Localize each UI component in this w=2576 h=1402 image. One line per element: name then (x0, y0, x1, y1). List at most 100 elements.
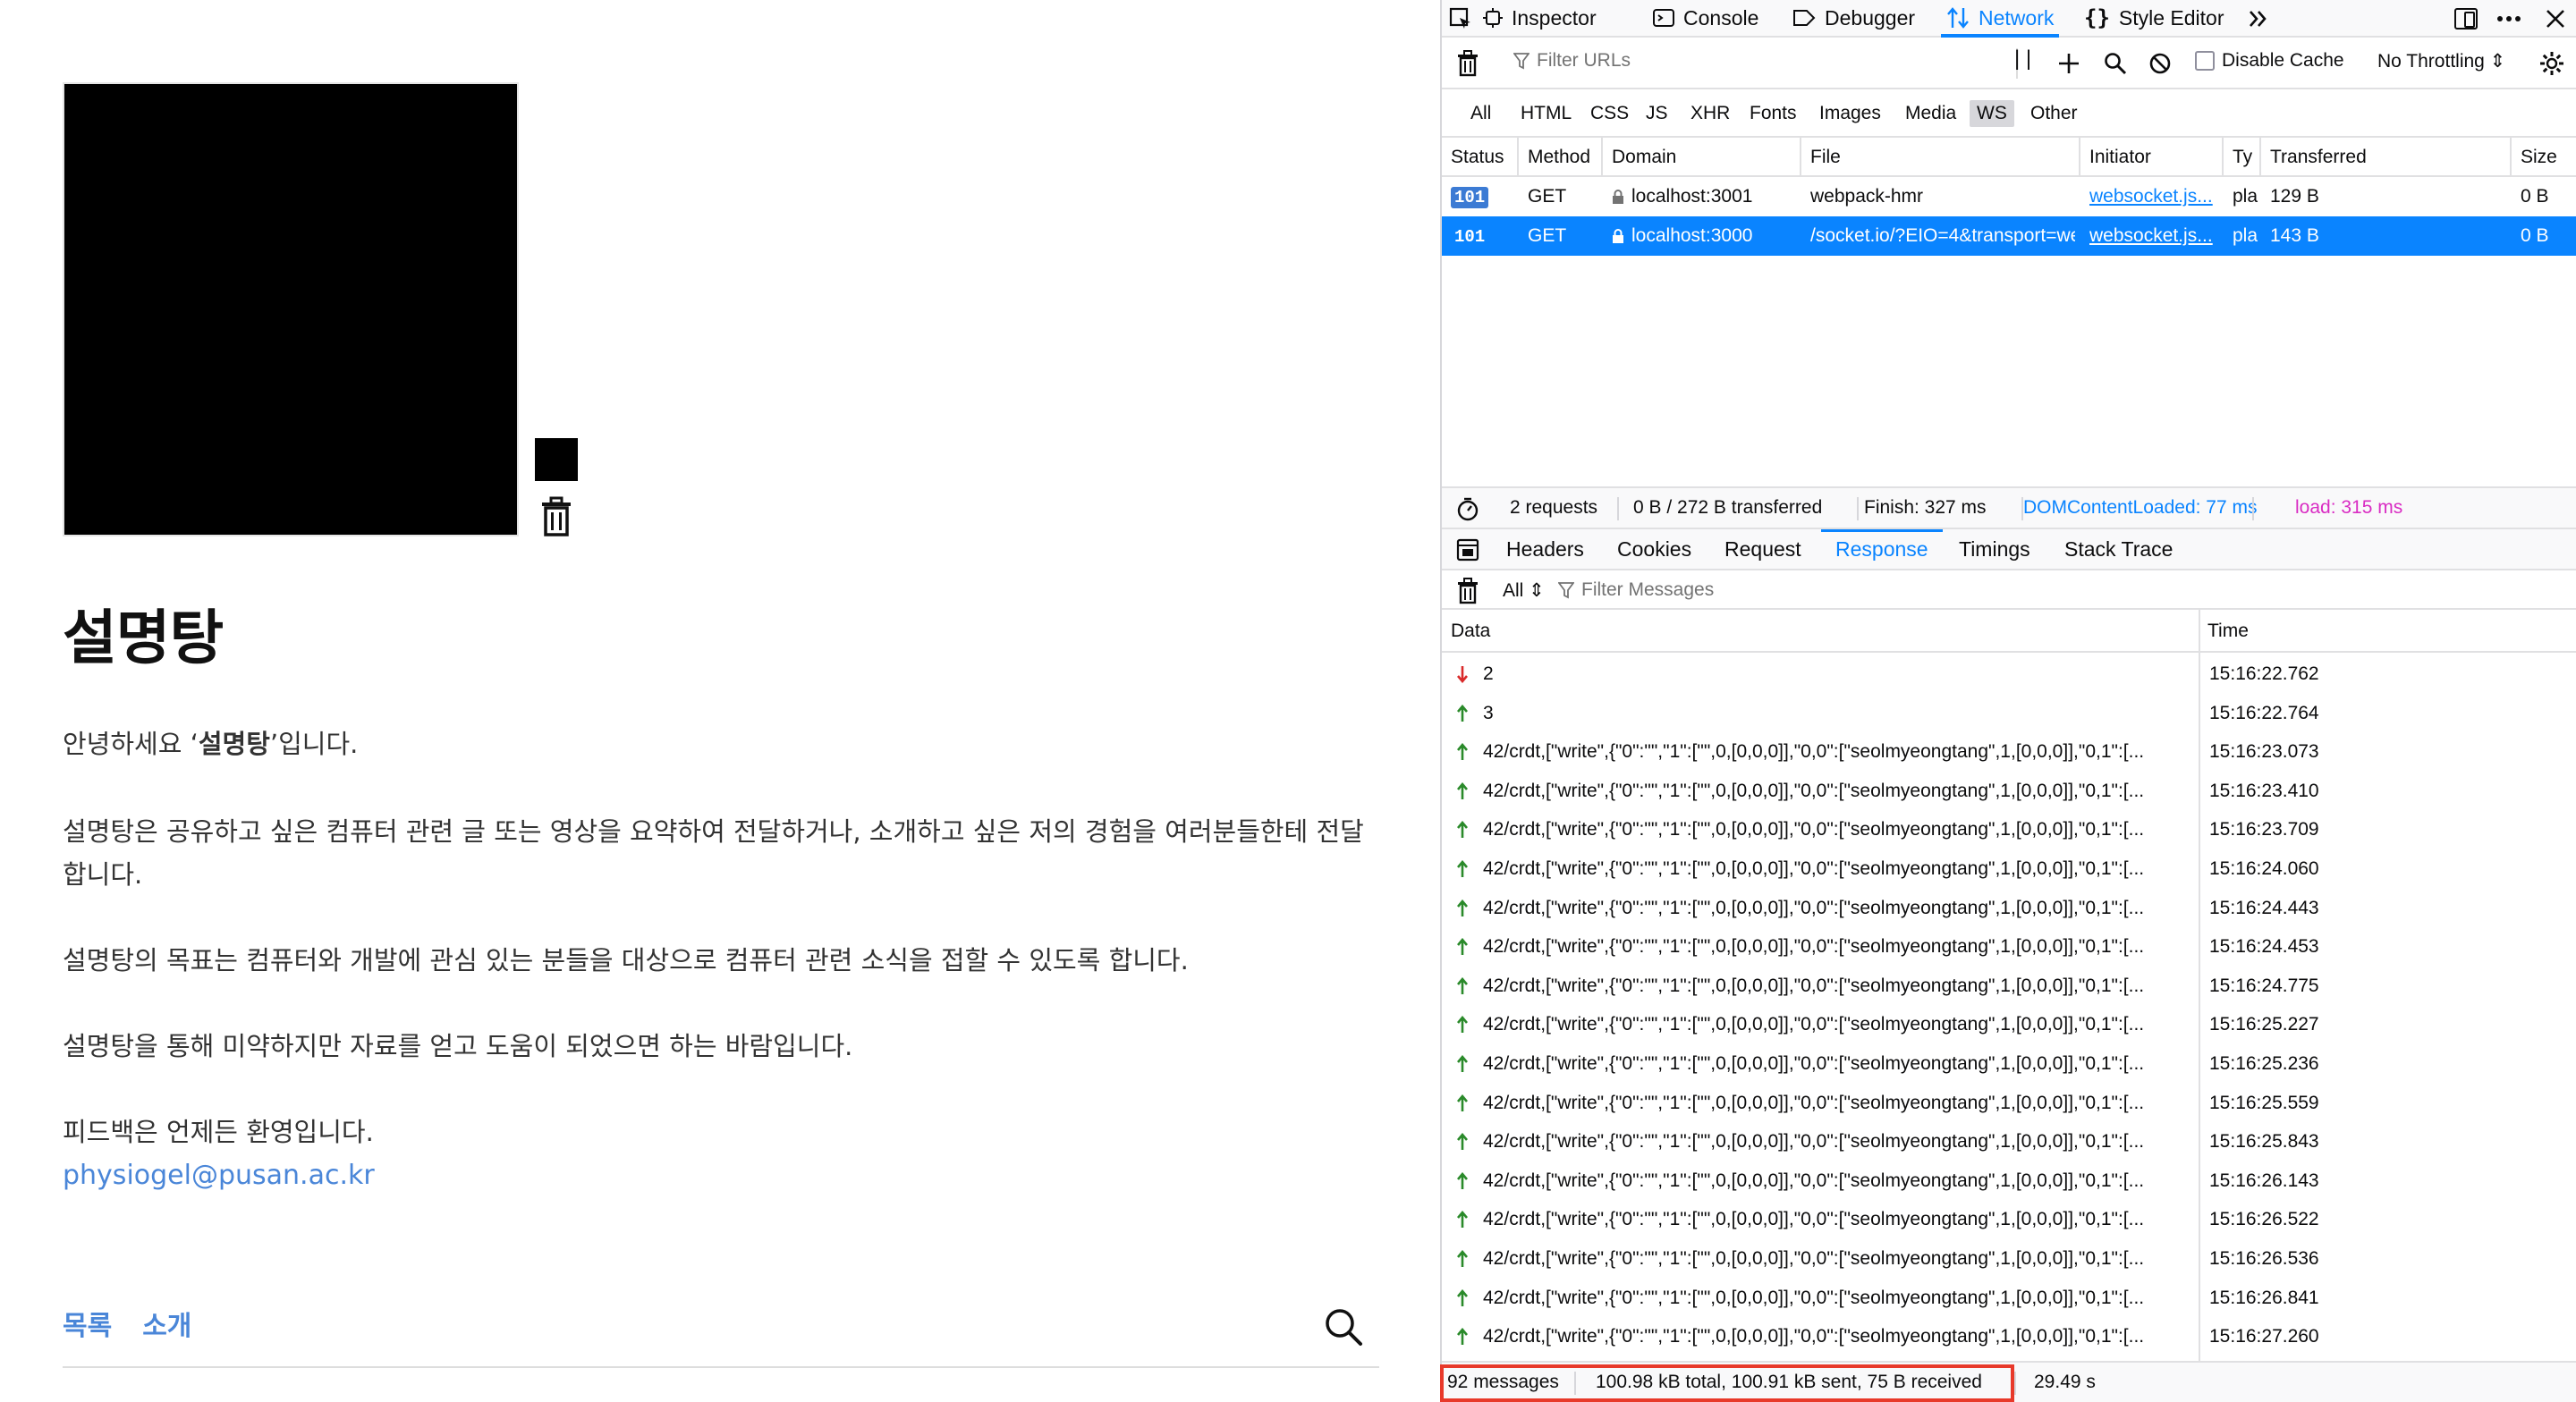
detail-tabs: Headers Cookies Request Response Timings… (1442, 529, 2576, 570)
method: GET (1528, 186, 1567, 207)
image-thumbnail[interactable] (535, 438, 578, 481)
message-row[interactable]: 42/crdt,["write",{"0":"","1":["",0,[0,0,… (1442, 1122, 2576, 1161)
search-button[interactable] (1322, 1305, 1365, 1348)
message-count: 92 messages (1447, 1372, 1559, 1392)
message-row[interactable]: 42/crdt,["write",{"0":"","1":["",0,[0,0,… (1442, 967, 2576, 1006)
initiator-link[interactable]: websocket.js... (2089, 225, 2213, 246)
more-tabs-icon[interactable] (2247, 7, 2270, 30)
type-html[interactable]: HTML (1513, 100, 1579, 127)
message-row[interactable]: 42/crdt,["write",{"0":"","1":["",0,[0,0,… (1442, 1044, 2576, 1084)
col-status[interactable]: Status (1442, 138, 1519, 177)
messages-table-header: Data Time (1442, 610, 2576, 653)
col-file[interactable]: File (1801, 138, 2080, 177)
initiator-link[interactable]: websocket.js... (2089, 186, 2213, 207)
type-fonts[interactable]: Fonts (1742, 100, 1804, 127)
col-size[interactable]: Size (2512, 138, 2576, 177)
message-row[interactable]: 42/crdt,["write",{"0":"","1":["",0,[0,0,… (1442, 732, 2576, 772)
col-method[interactable]: Method (1519, 138, 1603, 177)
sent-arrow-icon (1457, 1250, 1468, 1267)
pause-icon[interactable]: | | (2014, 46, 2031, 72)
divider (2252, 497, 2254, 520)
type-ws[interactable]: WS (1970, 100, 2014, 127)
type-other[interactable]: Other (2023, 100, 2085, 127)
message-data: 42/crdt,["write",{"0":"","1":["",0,[0,0,… (1483, 936, 2145, 958)
request-row-selected[interactable]: 101 GET localhost:3000 /socket.io/?EIO=4… (1442, 216, 2576, 256)
gear-icon[interactable] (2538, 50, 2565, 77)
tab-debugger[interactable]: Debugger (1792, 0, 1915, 36)
request-row[interactable]: 101 GET localhost:3001 webpack-hmr webso… (1442, 177, 2576, 216)
message-time: 15:16:23.709 (2209, 819, 2319, 840)
throttling-select[interactable]: No Throttling ⇕ (2377, 50, 2505, 72)
tab-request[interactable]: Request (1724, 529, 1801, 569)
col-data[interactable]: Data (1451, 621, 1490, 642)
block-icon[interactable] (2148, 52, 2172, 75)
message-data: 42/crdt,["write",{"0":"","1":["",0,[0,0,… (1483, 1170, 2145, 1191)
message-data: 3 (1483, 702, 1494, 723)
type-media[interactable]: Media (1898, 100, 1963, 127)
clear-trash-icon[interactable] (1456, 50, 1479, 77)
load-time: load: 315 ms (2295, 497, 2403, 518)
message-data: 42/crdt,["write",{"0":"","1":["",0,[0,0,… (1483, 1248, 2145, 1269)
message-row[interactable]: 2 15:16:22.762 (1442, 655, 2576, 694)
close-icon[interactable] (2544, 7, 2567, 30)
message-row[interactable]: 42/crdt,["write",{"0":"","1":["",0,[0,0,… (1442, 1200, 2576, 1239)
request-count: 2 requests (1510, 497, 1598, 518)
finish-time: Finish: 327 ms (1864, 497, 1987, 518)
col-time[interactable]: Time (2207, 621, 2249, 642)
sent-arrow-icon (1457, 743, 1468, 761)
message-row[interactable]: 42/crdt,["write",{"0":"","1":["",0,[0,0,… (1442, 1084, 2576, 1123)
message-data: 42/crdt,["write",{"0":"","1":["",0,[0,0,… (1483, 858, 2145, 879)
message-row[interactable]: 42/crdt,["write",{"0":"","1":["",0,[0,0,… (1442, 772, 2576, 811)
nav-item-about[interactable]: 소개 (142, 1304, 191, 1343)
tab-response[interactable]: Response (1821, 529, 1943, 569)
email-link[interactable]: physiogel@pusan.ac.kr (63, 1154, 1386, 1197)
search-icon[interactable] (2104, 52, 2127, 75)
message-row[interactable]: 42/crdt,["write",{"0":"","1":["",0,[0,0,… (1442, 1239, 2576, 1279)
tab-stack-trace[interactable]: Stack Trace (2064, 529, 2173, 569)
tab-style-editor[interactable]: {} Style Editor (2084, 0, 2224, 36)
filter-messages-input[interactable]: Filter Messages (1558, 579, 1714, 601)
message-type-select[interactable]: All ⇕ (1503, 579, 1545, 602)
disable-cache-checkbox[interactable]: Disable Cache (2195, 50, 2344, 72)
tab-cookies[interactable]: Cookies (1617, 529, 1691, 569)
type-css[interactable]: CSS (1583, 100, 1636, 127)
message-row[interactable]: 42/crdt,["write",{"0":"","1":["",0,[0,0,… (1442, 810, 2576, 849)
type-images[interactable]: Images (1812, 100, 1888, 127)
message-row[interactable]: 42/crdt,["write",{"0":"","1":["",0,[0,0,… (1442, 1161, 2576, 1201)
divider (1617, 497, 1619, 520)
delete-button[interactable] (538, 495, 574, 538)
blog-page: 설명탕 안녕하세요 ‘설명탕’입니다. 설명탕은 공유하고 싶은 컴퓨터 관련 … (0, 0, 1440, 1402)
message-row[interactable]: 42/crdt,["write",{"0":"","1":["",0,[0,0,… (1442, 889, 2576, 928)
col-transferred[interactable]: Transferred (2261, 138, 2512, 177)
message-row[interactable]: 42/crdt,["write",{"0":"","1":["",0,[0,0,… (1442, 1279, 2576, 1318)
message-time: 15:16:27.260 (2209, 1326, 2319, 1347)
tab-timings[interactable]: Timings (1959, 529, 2030, 569)
status-badge: 101 (1451, 187, 1489, 208)
tab-console[interactable]: Console (1653, 0, 1758, 36)
col-initiator[interactable]: Initiator (2080, 138, 2224, 177)
checkbox[interactable] (2195, 51, 2215, 71)
message-row[interactable]: 42/crdt,["write",{"0":"","1":["",0,[0,0,… (1442, 927, 2576, 967)
tab-inspector[interactable]: Inspector (1483, 0, 1597, 36)
type-js[interactable]: JS (1639, 100, 1675, 127)
responsive-icon[interactable] (2453, 5, 2479, 32)
tab-network[interactable]: Network (1940, 0, 2060, 38)
type-all[interactable]: All (1463, 100, 1498, 127)
meatball-icon[interactable] (2496, 7, 2522, 30)
add-icon[interactable] (2057, 52, 2080, 75)
clear-messages-icon[interactable] (1456, 578, 1479, 604)
col-type[interactable]: Ty (2224, 138, 2261, 177)
pick-element-icon[interactable] (1449, 7, 1472, 30)
message-row[interactable]: 42/crdt,["write",{"0":"","1":["",0,[0,0,… (1442, 1005, 2576, 1044)
nav-item-list[interactable]: 목록 (63, 1304, 112, 1343)
lock-icon (1613, 190, 1623, 204)
filter-urls-input[interactable]: Filter URLs (1513, 50, 1631, 72)
message-time: 15:16:25.227 (2209, 1014, 2319, 1035)
message-row[interactable]: 3 15:16:22.764 (1442, 694, 2576, 733)
tab-headers[interactable]: Headers (1506, 529, 1584, 569)
message-row[interactable]: 42/crdt,["write",{"0":"","1":["",0,[0,0,… (1442, 849, 2576, 889)
col-domain[interactable]: Domain (1603, 138, 1801, 177)
message-row[interactable]: 42/crdt,["write",{"0":"","1":["",0,[0,0,… (1442, 1317, 2576, 1356)
type-xhr[interactable]: XHR (1683, 100, 1737, 127)
toggle-panel-icon[interactable] (1456, 538, 1479, 562)
